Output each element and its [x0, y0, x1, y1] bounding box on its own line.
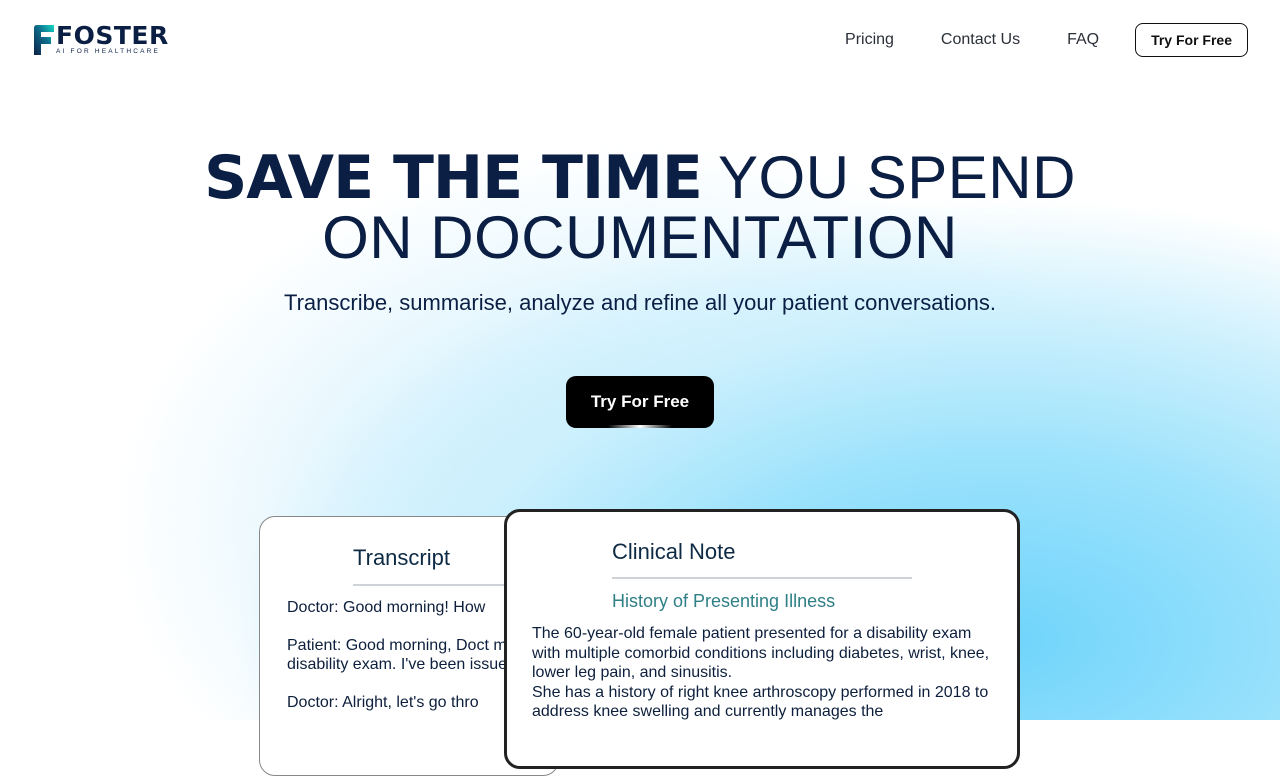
nav-links: Pricing Contact Us FAQ Try For Free [845, 23, 1248, 57]
clinical-note-divider [612, 577, 912, 579]
nav-try-for-free-button[interactable]: Try For Free [1135, 23, 1248, 57]
hero-title-line-2: ON DOCUMENTATION [322, 204, 958, 271]
brand-name: FOSTER [56, 20, 169, 50]
clinical-note-card: Clinical Note History of Presenting Illn… [504, 509, 1020, 769]
hero-subtitle: Transcribe, summarise, analyze and refin… [283, 290, 997, 315]
hero-try-for-free-button[interactable]: Try For Free [566, 376, 714, 428]
clinical-note-paragraph: She has a history of right knee arthrosc… [532, 683, 989, 721]
hero-title-rest: YOU SPEND [718, 144, 1076, 211]
foster-logo-icon [34, 25, 54, 55]
clinical-note-paragraph: The 60-year-old female patient presented… [532, 625, 990, 681]
clinical-note-body: The 60-year-old female patient presented… [532, 624, 1002, 722]
button-glow-decoration [608, 425, 672, 428]
clinical-note-title: Clinical Note [612, 539, 736, 564]
brand-tagline: AI FOR HEALTHCARE [56, 47, 161, 55]
hero-title: SAVE THE TIME YOU SPEND ON DOCUMENTATION [0, 148, 1280, 268]
nav-link-pricing[interactable]: Pricing [845, 31, 894, 49]
nav-link-faq[interactable]: FAQ [1067, 31, 1099, 49]
top-navigation: FOSTER AI FOR HEALTHCARE Pricing Contact… [0, 0, 1280, 80]
clinical-note-section-title: History of Presenting Illness [612, 591, 836, 611]
transcript-title: Transcript [353, 545, 450, 570]
nav-link-contact-us[interactable]: Contact Us [941, 31, 1020, 49]
brand-logo[interactable]: FOSTER AI FOR HEALTHCARE [32, 23, 184, 57]
hero-title-line-1: SAVE THE TIME YOU SPEND [0, 148, 1280, 209]
hero-title-bold: SAVE THE TIME [204, 143, 703, 213]
